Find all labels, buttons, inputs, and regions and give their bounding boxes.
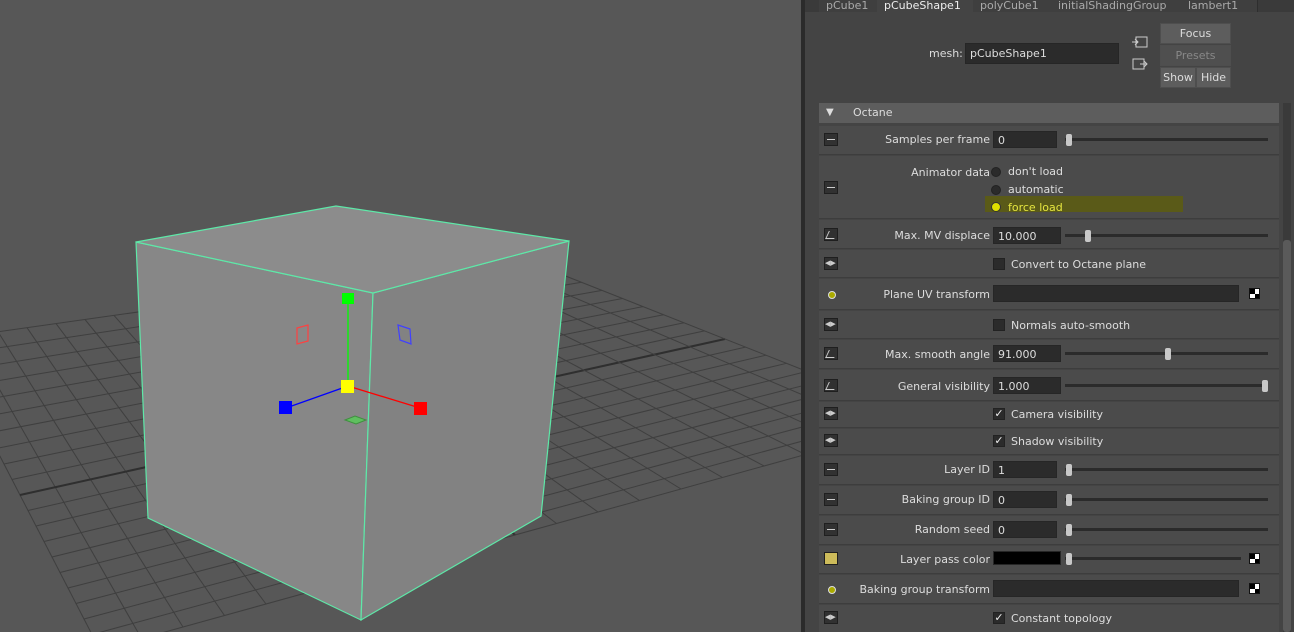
convert-to-octane-plane-checkbox[interactable] (993, 258, 1005, 270)
layer-id-slider-handle[interactable] (1066, 464, 1072, 476)
layer-id-field[interactable]: 1 (993, 461, 1057, 478)
row-camera-visibility: ✓ Camera visibility (819, 402, 1279, 428)
int-attribute-icon[interactable] (824, 463, 838, 476)
focus-button[interactable]: Focus (1160, 23, 1231, 44)
plane-uv-transform-map-checker-icon[interactable] (1249, 288, 1260, 299)
general-visibility-field[interactable]: 1.000 (993, 377, 1061, 394)
layer-pass-color-slider[interactable] (1065, 557, 1241, 560)
row-max-smooth-angle: Max. smooth angle 91.000 (819, 340, 1279, 369)
baking-group-id-slider-handle[interactable] (1066, 494, 1072, 506)
cube-left-face[interactable] (135, 241, 374, 621)
random-seed-slider[interactable] (1065, 528, 1268, 531)
max-smooth-angle-field[interactable]: 91.000 (993, 345, 1061, 362)
row-random-seed: Random seed 0 (819, 516, 1279, 545)
transform-attribute-icon[interactable] (828, 586, 836, 594)
baking-group-transform-field[interactable] (993, 580, 1239, 597)
camera-visibility-checkbox[interactable]: ✓ (993, 408, 1005, 420)
tab-lambert1[interactable]: lambert1 (1181, 0, 1258, 12)
collapse-triangle-icon[interactable]: ▼ (826, 103, 834, 123)
int-attribute-icon[interactable] (824, 523, 838, 536)
int-attribute-icon[interactable] (824, 493, 838, 506)
color-attribute-icon[interactable] (824, 552, 838, 565)
hide-button[interactable]: Hide (1196, 67, 1231, 88)
attribute-editor: pCube1 pCubeShape1 polyCube1 initialShad… (805, 0, 1294, 632)
baking-group-id-slider[interactable] (1065, 498, 1268, 501)
show-button[interactable]: Show (1160, 67, 1196, 88)
layer-pass-color-map-checker-icon[interactable] (1249, 553, 1260, 564)
plane-uv-transform-field[interactable] (993, 285, 1239, 302)
layer-id-slider[interactable] (1065, 468, 1268, 471)
copy-tab-icon[interactable] (1132, 36, 1148, 48)
cube-right-face[interactable] (360, 240, 570, 622)
node-tabs: pCube1 pCubeShape1 polyCube1 initialShad… (805, 0, 1294, 12)
samples-per-frame-field[interactable]: 0 (993, 131, 1057, 148)
random-seed-slider-handle[interactable] (1066, 524, 1072, 536)
row-normals-auto-smooth: Normals auto-smooth (819, 311, 1279, 339)
max-mv-displace-slider[interactable] (1065, 234, 1268, 237)
tab-polycube1[interactable]: polyCube1 (973, 0, 1060, 12)
max-mv-displace-slider-handle[interactable] (1085, 230, 1091, 242)
presets-button[interactable]: Presets (1160, 45, 1231, 66)
octane-section-header[interactable]: ▼ Octane (819, 103, 1279, 123)
bool-attribute-icon[interactable] (824, 257, 838, 270)
row-baking-group-id: Baking group ID 0 (819, 486, 1279, 515)
bool-attribute-icon[interactable] (824, 407, 838, 420)
max-mv-displace-field[interactable]: 10.000 (993, 227, 1061, 244)
general-visibility-slider-handle[interactable] (1262, 380, 1268, 392)
shadow-visibility-checkbox[interactable]: ✓ (993, 435, 1005, 447)
attribute-editor-scroll-thumb[interactable] (1283, 240, 1291, 632)
bool-attribute-icon[interactable] (824, 434, 838, 447)
tab-pcubeshape1[interactable]: pCubeShape1 (877, 0, 982, 12)
bool-attribute-icon[interactable] (824, 318, 838, 331)
random-seed-field[interactable]: 0 (993, 521, 1057, 538)
viewport-scene[interactable] (0, 0, 801, 632)
viewport-3d[interactable] (0, 0, 801, 632)
constant-topology-checkbox[interactable]: ✓ (993, 612, 1005, 624)
transform-attribute-icon[interactable] (828, 291, 836, 299)
mesh-name-field[interactable]: pCubeShape1 (965, 43, 1119, 64)
samples-per-frame-slider-handle[interactable] (1066, 134, 1072, 146)
row-constant-topology: ✓ Constant topology (819, 605, 1279, 632)
layer-pass-color-slider-handle[interactable] (1066, 553, 1072, 565)
bool-attribute-icon[interactable] (824, 611, 838, 624)
grid-line (0, 455, 92, 632)
tab-pcube1[interactable]: pCube1 (819, 0, 886, 12)
normals-auto-smooth-checkbox[interactable] (993, 319, 1005, 331)
enum-attribute-icon[interactable] (824, 181, 838, 194)
general-visibility-slider[interactable] (1065, 384, 1268, 387)
radio-automatic[interactable] (991, 185, 1001, 195)
row-baking-group-transform: Baking group transform (819, 575, 1279, 604)
float-attribute-icon[interactable] (824, 347, 838, 360)
mesh-label: mesh: (929, 47, 963, 60)
row-samples-per-frame: Samples per frame 0 (819, 126, 1279, 155)
float-attribute-icon[interactable] (824, 228, 838, 241)
float-attribute-icon[interactable] (824, 379, 838, 392)
baking-group-id-field[interactable]: 0 (993, 491, 1057, 508)
baking-group-transform-map-checker-icon[interactable] (1249, 583, 1260, 594)
radio-force-load[interactable] (991, 202, 1001, 212)
int-attribute-icon[interactable] (824, 133, 838, 146)
layer-pass-color-swatch[interactable] (993, 551, 1061, 565)
max-smooth-angle-slider-handle[interactable] (1165, 348, 1171, 360)
radio-dont-load[interactable] (991, 167, 1001, 177)
row-general-visibility: General visibility 1.000 (819, 370, 1279, 401)
row-plane-uv-transform: Plane UV transform (819, 279, 1279, 310)
samples-per-frame-slider[interactable] (1065, 138, 1268, 141)
row-layer-id: Layer ID 1 (819, 456, 1279, 485)
row-animator-data: Animator data don't load automatic force… (819, 156, 1279, 219)
load-selected-icon[interactable] (1132, 58, 1148, 70)
tab-initialshadinggroup[interactable]: initialShadingGroup (1051, 0, 1190, 12)
row-layer-pass-color: Layer pass color (819, 546, 1279, 574)
row-convert-to-octane-plane: Convert to Octane plane (819, 250, 1279, 278)
row-shadow-visibility: ✓ Shadow visibility (819, 429, 1279, 455)
row-max-mv-displace: Max. MV displace 10.000 (819, 220, 1279, 249)
